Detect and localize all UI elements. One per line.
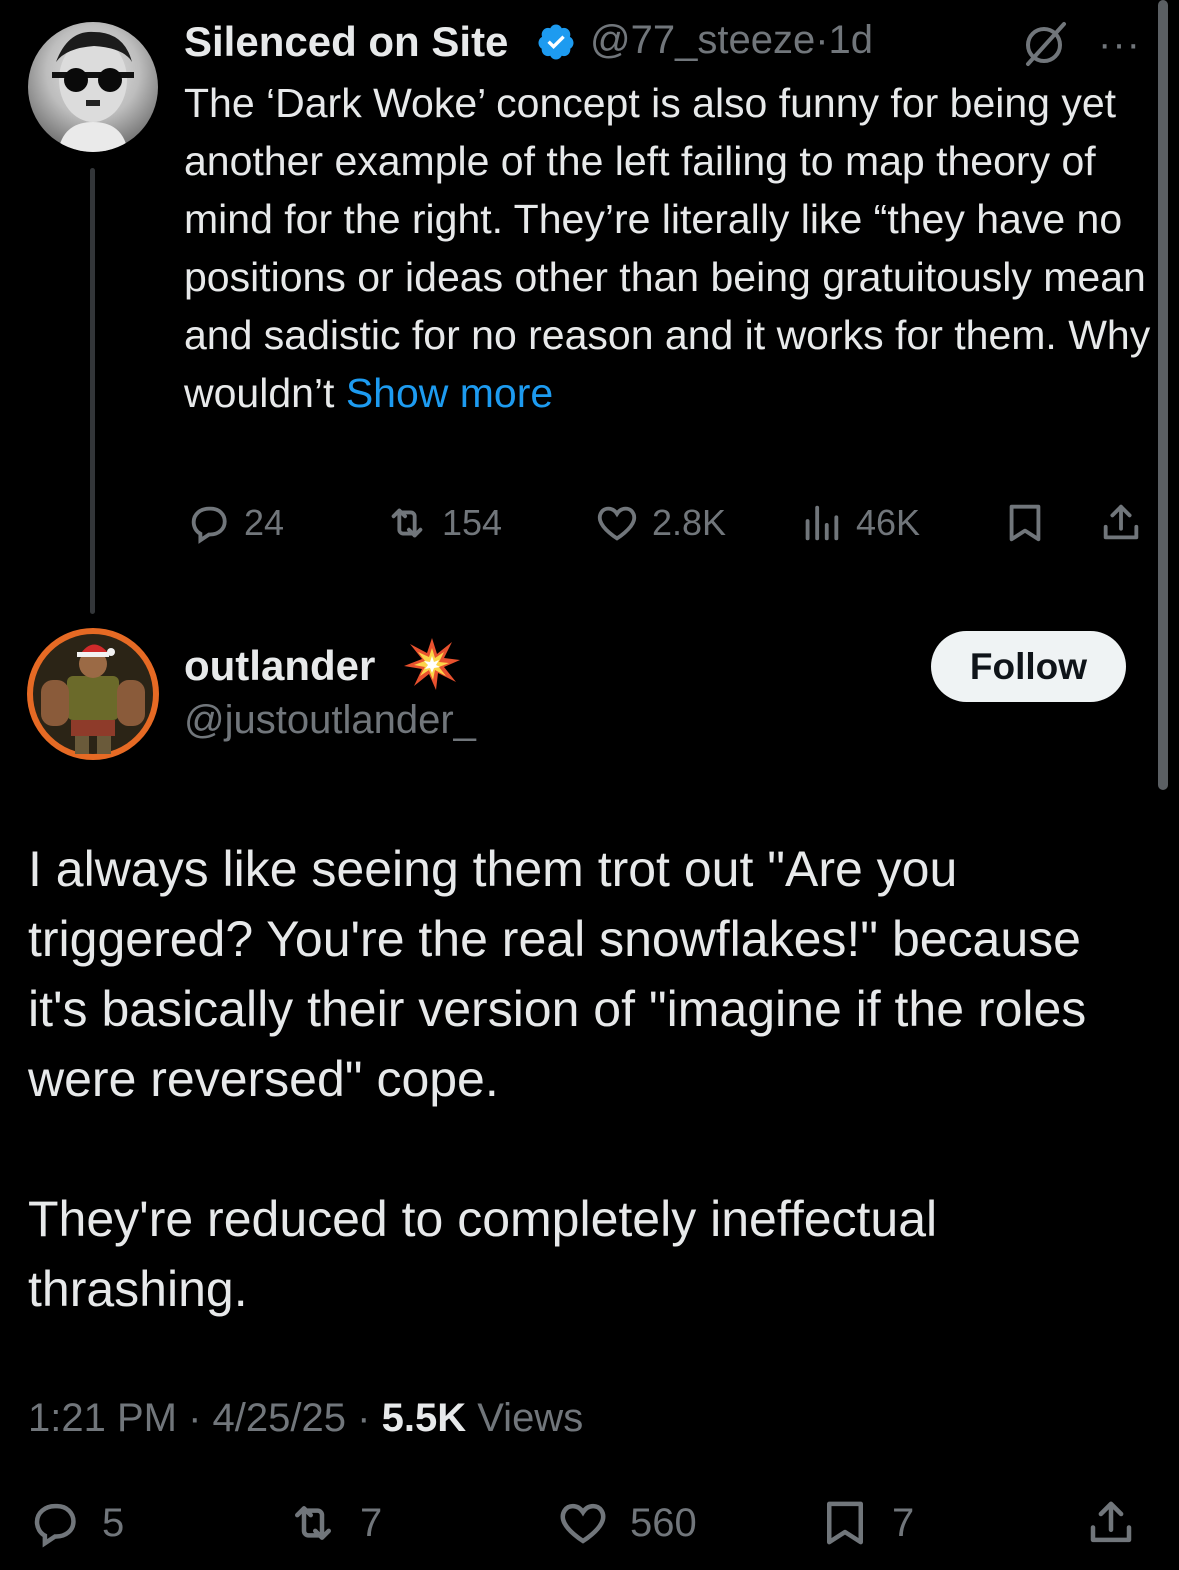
repost-icon	[295, 1506, 331, 1540]
more-options-button[interactable]: ···	[1098, 22, 1141, 67]
separator-dot: ·	[188, 1396, 202, 1440]
reply-count: 5	[102, 1500, 125, 1545]
bookmark-icon	[1009, 504, 1041, 542]
main-author-avatar[interactable]	[27, 628, 159, 760]
share-icon	[1103, 504, 1139, 540]
thread-connector-line	[90, 168, 95, 614]
tweet-paragraph: I always like seeing them trot out "Are …	[28, 841, 1087, 1107]
main-author-name[interactable]: outlander	[184, 642, 375, 690]
parent-author-name[interactable]: Silenced on Site	[184, 18, 508, 66]
separator-dot: ·	[815, 18, 829, 62]
reply-button[interactable]: 5	[28, 1496, 124, 1550]
repost-icon	[391, 508, 423, 538]
tweet-date[interactable]: 4/25/25	[213, 1396, 346, 1440]
like-button[interactable]: 2.8K	[594, 500, 726, 546]
tweet-metadata: 1:21 PM · 4/25/25 · 5.5K Views	[28, 1396, 583, 1441]
parent-tweet-text: The ‘Dark Woke’ concept is also funny fo…	[184, 74, 1154, 422]
share-button[interactable]	[1098, 500, 1144, 546]
main-author-handle[interactable]: @justoutlander_	[184, 698, 476, 743]
handle-text: @77_steeze	[590, 18, 816, 62]
scrollbar[interactable]	[1158, 0, 1168, 790]
views-icon	[805, 505, 839, 541]
like-count: 2.8K	[652, 502, 727, 543]
like-icon	[560, 1503, 606, 1544]
reply-count: 24	[244, 502, 285, 543]
bookmark-button[interactable]	[1002, 500, 1048, 546]
show-more-link[interactable]: Show more	[346, 370, 553, 416]
like-count: 560	[630, 1500, 697, 1545]
grok-icon[interactable]	[1018, 20, 1070, 68]
tweet-time-ago[interactable]: 1d	[829, 18, 874, 62]
parent-author-handle[interactable]: @77_steeze·1d	[590, 18, 873, 63]
separator-dot: ·	[357, 1396, 371, 1440]
bookmark-count: 7	[892, 1500, 915, 1545]
parent-author-avatar[interactable]	[28, 22, 158, 152]
bookmark-button[interactable]: 7	[818, 1496, 914, 1550]
tweet-paragraph: They're reduced to completely ineffectua…	[28, 1191, 938, 1317]
share-icon	[1090, 1501, 1132, 1543]
bookmark-icon	[827, 1501, 863, 1545]
main-tweet-text: I always like seeing them trot out "Are …	[28, 834, 1138, 1324]
repost-button[interactable]: 7	[286, 1496, 382, 1550]
follow-button[interactable]: Follow	[931, 631, 1126, 702]
tweet-time[interactable]: 1:21 PM	[28, 1396, 177, 1440]
like-button[interactable]: 560	[556, 1496, 697, 1550]
reply-button[interactable]: 24	[186, 500, 284, 546]
reply-icon	[34, 1503, 76, 1548]
repost-count: 154	[442, 502, 503, 543]
views-count: 46K	[856, 502, 921, 543]
explosion-emoji-icon	[402, 636, 462, 692]
reply-icon	[191, 506, 227, 544]
share-button[interactable]	[1084, 1496, 1138, 1550]
views-label: Views	[477, 1396, 584, 1440]
like-icon	[597, 506, 637, 541]
parent-tweet-body: The ‘Dark Woke’ concept is also funny fo…	[184, 80, 1151, 416]
views-button[interactable]: 46K	[798, 500, 920, 546]
views-count: 5.5K	[381, 1396, 467, 1440]
verified-badge-icon	[536, 22, 576, 62]
repost-count: 7	[360, 1500, 383, 1545]
repost-button[interactable]: 154	[384, 500, 502, 546]
